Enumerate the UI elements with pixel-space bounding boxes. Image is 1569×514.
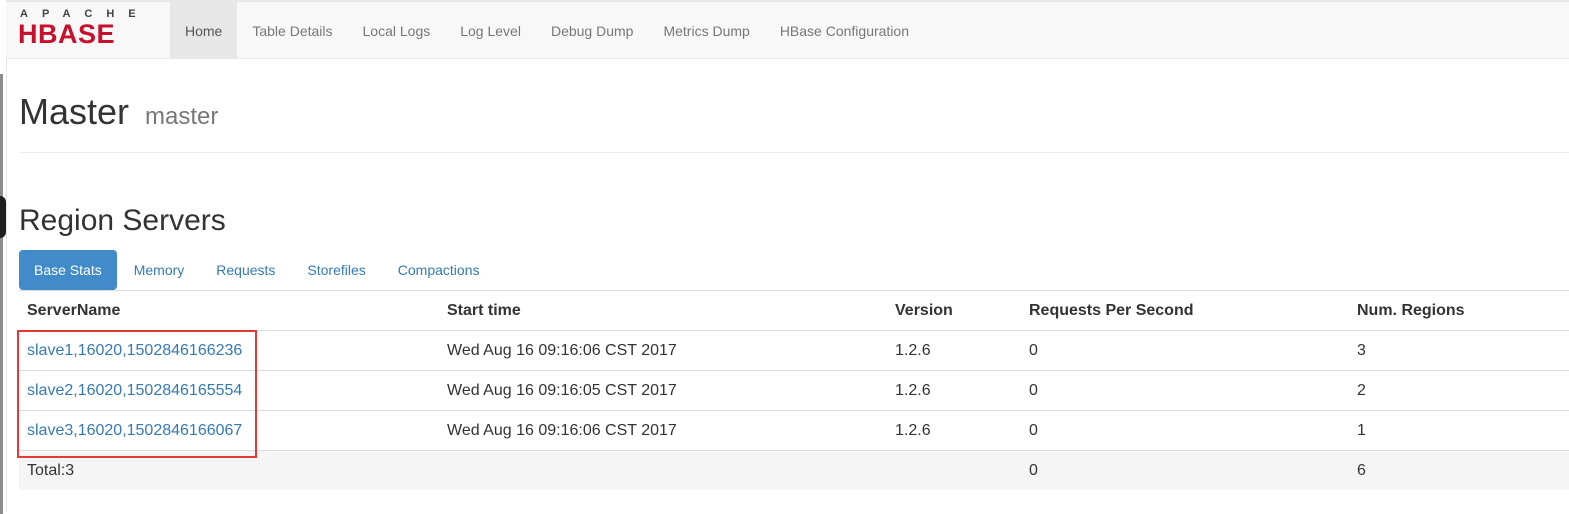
column-header-servername[interactable]: ServerName <box>19 290 439 331</box>
page-title: Master master <box>19 90 1569 139</box>
server-link-slave2[interactable]: slave2,16020,1502846165554 <box>27 382 242 399</box>
hbase-logo[interactable]: APACHE HBASE <box>18 8 158 52</box>
version-cell: 1.2.6 <box>887 370 1021 411</box>
start-time-cell: Wed Aug 16 09:16:06 CST 2017 <box>439 410 887 451</box>
page-title-text: Master <box>19 91 130 132</box>
table-header-row: ServerName Start time Version Requests P… <box>19 290 1569 331</box>
tab-compactions[interactable]: Compactions <box>383 250 495 290</box>
logo-hbase-text: HBASE <box>18 19 116 49</box>
nav-item-log-level[interactable]: Log Level <box>445 2 536 59</box>
version-cell: 1.2.6 <box>887 330 1021 371</box>
column-header-version[interactable]: Version <box>887 290 1021 331</box>
page-header: Master master <box>19 90 1569 153</box>
server-name-cell: slave1,16020,1502846166236 <box>19 330 439 371</box>
nav-menu: Home Table Details Local Logs Log Level … <box>170 2 924 59</box>
total-requests-cell: 0 <box>1021 450 1349 490</box>
total-regions-cell: 6 <box>1349 450 1569 490</box>
total-label-cell: Total:3 <box>19 450 439 490</box>
num-regions-cell: 3 <box>1349 330 1569 371</box>
tab-memory[interactable]: Memory <box>119 250 200 290</box>
column-header-start-time[interactable]: Start time <box>439 290 887 331</box>
num-regions-cell: 1 <box>1349 410 1569 451</box>
page-subtitle: master <box>145 103 219 130</box>
nav-item-table-details[interactable]: Table Details <box>237 2 347 59</box>
region-servers-title: Region Servers <box>19 204 226 237</box>
tab-storefiles[interactable]: Storefiles <box>292 250 380 290</box>
total-empty-cell <box>439 450 887 490</box>
window-edge-shade <box>0 74 3 514</box>
region-servers-table: ServerName Start time Version Requests P… <box>19 290 1569 490</box>
nav-item-local-logs[interactable]: Local Logs <box>348 2 446 59</box>
table-row: slave2,16020,1502846165554 Wed Aug 16 09… <box>19 370 1569 411</box>
table-row: slave1,16020,1502846166236 Wed Aug 16 09… <box>19 330 1569 371</box>
version-cell: 1.2.6 <box>887 410 1021 451</box>
requests-per-second-cell: 0 <box>1021 370 1349 411</box>
total-empty-cell <box>887 450 1021 490</box>
start-time-cell: Wed Aug 16 09:16:06 CST 2017 <box>439 330 887 371</box>
start-time-cell: Wed Aug 16 09:16:05 CST 2017 <box>439 370 887 411</box>
tab-requests[interactable]: Requests <box>201 250 290 290</box>
region-servers-tabs: Base Stats Memory Requests Storefiles Co… <box>19 250 496 290</box>
tab-base-stats[interactable]: Base Stats <box>19 250 117 290</box>
server-name-cell: slave3,16020,1502846166067 <box>19 410 439 451</box>
requests-per-second-cell: 0 <box>1021 330 1349 371</box>
nav-item-hbase-configuration[interactable]: HBase Configuration <box>765 2 924 59</box>
requests-per-second-cell: 0 <box>1021 410 1349 451</box>
side-handle[interactable] <box>0 196 6 238</box>
server-link-slave3[interactable]: slave3,16020,1502846166067 <box>27 422 242 439</box>
table-total-row: Total:3 0 6 <box>19 450 1569 490</box>
nav-item-metrics-dump[interactable]: Metrics Dump <box>648 2 764 59</box>
column-header-num-regions[interactable]: Num. Regions <box>1349 290 1569 331</box>
num-regions-cell: 2 <box>1349 370 1569 411</box>
server-link-slave1[interactable]: slave1,16020,1502846166236 <box>27 342 242 359</box>
nav-item-debug-dump[interactable]: Debug Dump <box>536 2 649 59</box>
server-name-cell: slave2,16020,1502846165554 <box>19 370 439 411</box>
column-header-requests-per-second[interactable]: Requests Per Second <box>1021 290 1349 331</box>
nav-item-home[interactable]: Home <box>170 2 238 59</box>
table-row: slave3,16020,1502846166067 Wed Aug 16 09… <box>19 410 1569 451</box>
top-navbar: APACHE HBASE Home Table Details Local Lo… <box>6 0 1569 59</box>
